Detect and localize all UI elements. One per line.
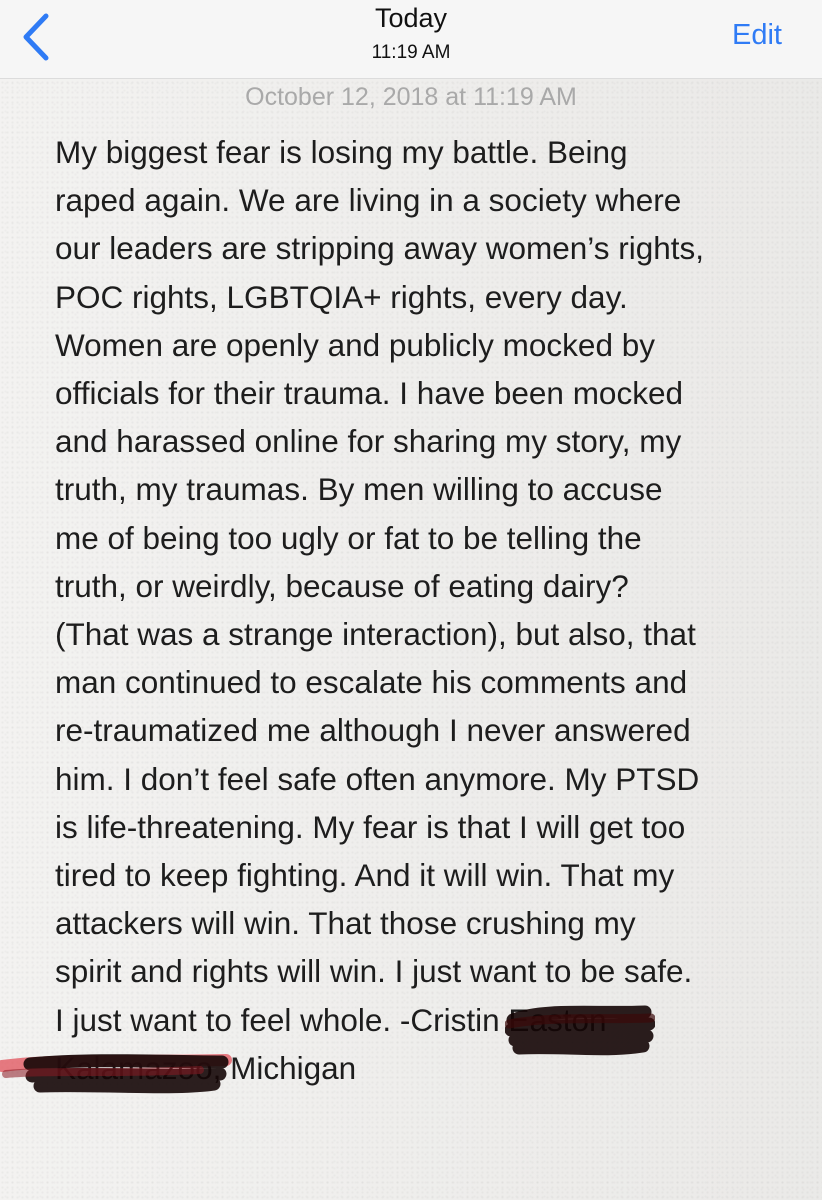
note-timestamp: October 12, 2018 at 11:19 AM [245, 83, 577, 111]
navigation-bar: Today 11:19 AM Edit [0, 0, 822, 79]
note-body-text[interactable]: My biggest fear is losing my battle. Bei… [55, 128, 815, 1092]
nav-title: Today [374, 3, 448, 33]
nav-subtitle-time: 11:19 AM [371, 42, 451, 63]
edit-button[interactable]: Edit [732, 18, 782, 52]
